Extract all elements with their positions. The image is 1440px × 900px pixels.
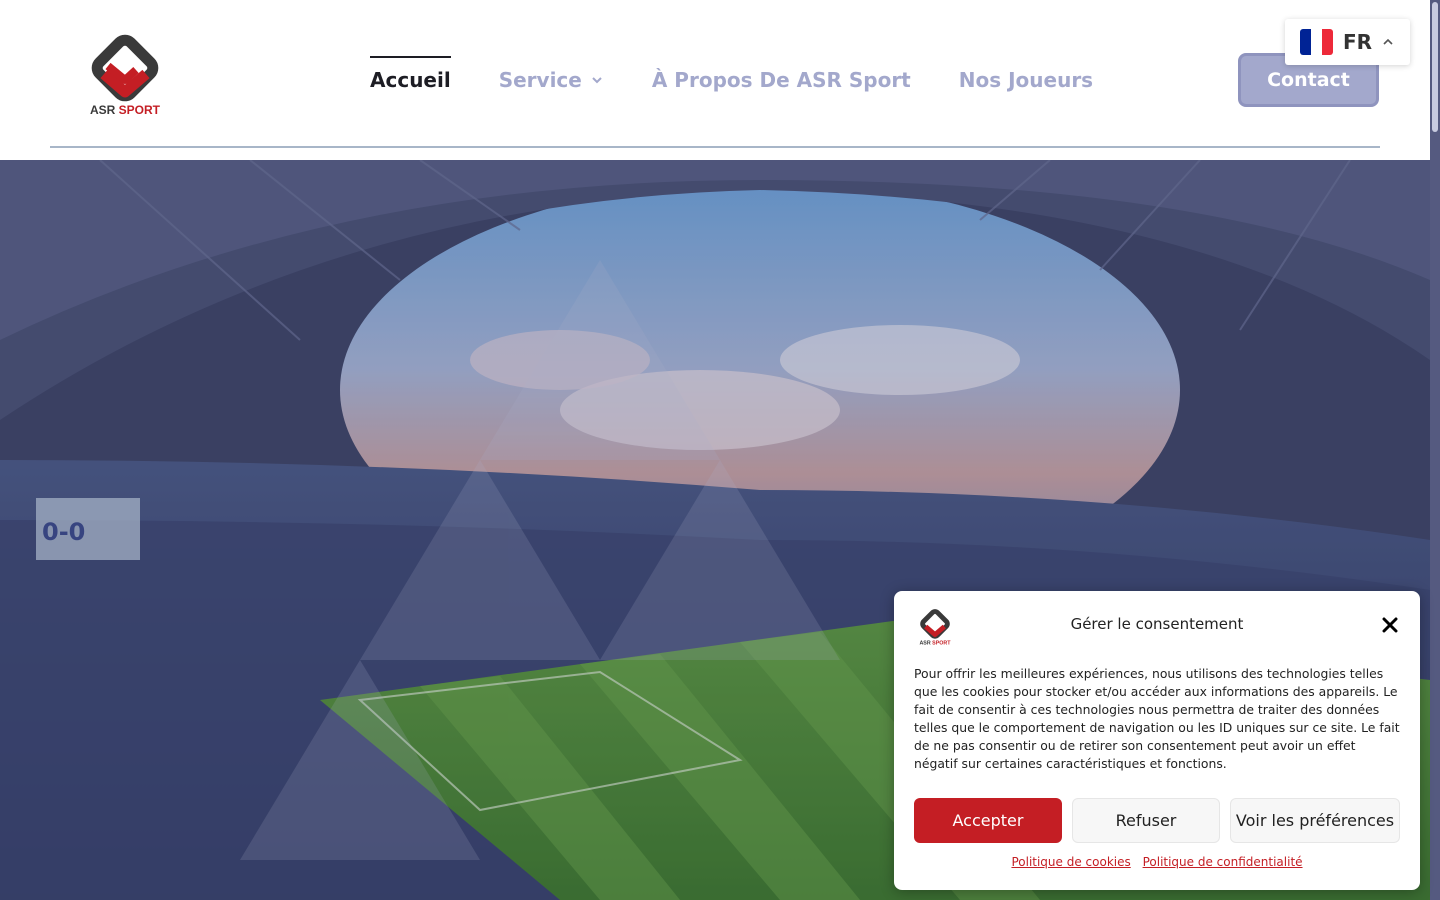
nav-item-service[interactable]: Service xyxy=(499,56,604,92)
language-switcher[interactable]: FR xyxy=(1285,19,1410,65)
chevron-down-icon xyxy=(592,77,602,84)
chevron-up-icon xyxy=(1383,38,1393,45)
page-scrollbar[interactable] xyxy=(1430,0,1440,900)
close-icon[interactable] xyxy=(1380,615,1400,635)
svg-text:ASR SPORT: ASR SPORT xyxy=(90,103,161,117)
refuse-button[interactable]: Refuser xyxy=(1072,798,1220,843)
cookie-consent-dialog: ASR SPORT Gérer le consentement Pour off… xyxy=(894,591,1420,890)
site-header: ASR SPORT Accueil Service À Propos De AS… xyxy=(0,0,1430,160)
france-flag-icon xyxy=(1300,29,1333,55)
nav-item-label: Service xyxy=(498,68,582,92)
contact-label: Contact xyxy=(1267,69,1350,91)
svg-text:ASR SPORT: ASR SPORT xyxy=(919,640,951,646)
nav-item-label: Accueil xyxy=(370,68,451,92)
main-nav: Accueil Service À Propos De ASR Sport No… xyxy=(370,56,1093,92)
cookie-policy-link[interactable]: Politique de cookies xyxy=(1011,855,1130,869)
nav-item-label: À Propos De ASR Sport xyxy=(651,68,911,92)
asr-sport-logo[interactable]: ASR SPORT xyxy=(78,30,172,120)
nav-item-a-propos[interactable]: À Propos De ASR Sport xyxy=(652,56,911,92)
nav-item-nos-joueurs[interactable]: Nos Joueurs xyxy=(959,56,1093,92)
language-code: FR xyxy=(1343,30,1373,54)
consent-message: Pour offrir les meilleures expériences, … xyxy=(914,666,1400,771)
nav-item-label: Nos Joueurs xyxy=(958,68,1094,92)
privacy-policy-link[interactable]: Politique de confidentialité xyxy=(1143,855,1303,869)
scrollbar-thumb[interactable] xyxy=(1432,2,1438,132)
policy-links: Politique de cookies Politique de confid… xyxy=(894,855,1420,869)
view-preferences-button[interactable]: Voir les préférences xyxy=(1230,798,1400,843)
consent-title: Gérer le consentement xyxy=(1070,615,1244,633)
header-divider xyxy=(50,146,1380,148)
nav-item-accueil[interactable]: Accueil xyxy=(370,56,451,92)
accept-button[interactable]: Accepter xyxy=(914,798,1062,843)
